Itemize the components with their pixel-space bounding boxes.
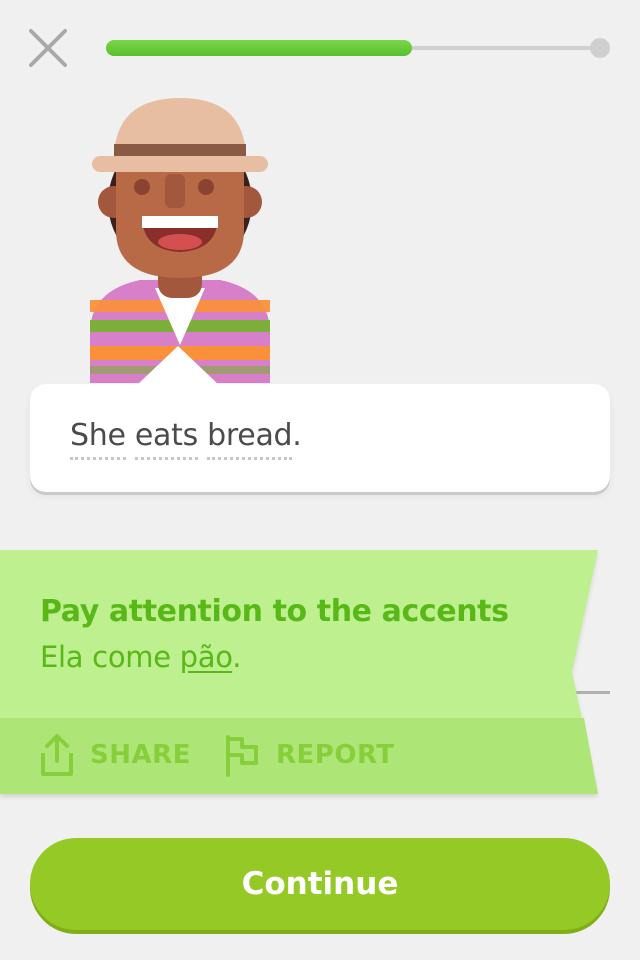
- report-label: REPORT: [276, 740, 395, 770]
- close-icon: [29, 29, 67, 67]
- highlighted-word: pão: [179, 640, 233, 674]
- progress-end-marker: [590, 38, 610, 58]
- continue-label: Continue: [241, 866, 399, 902]
- speech-bubble: She eats bread.: [30, 384, 610, 492]
- share-icon: [41, 734, 73, 776]
- correct-answer: Ela come pão.: [40, 640, 241, 674]
- feedback-title: Pay attention to the accents: [40, 594, 509, 629]
- prompt-punctuation: .: [292, 418, 302, 453]
- progress-fill: [106, 40, 412, 56]
- bubble-tail: [136, 346, 220, 386]
- correct-answer-punctuation: .: [232, 640, 242, 674]
- report-button[interactable]: REPORT: [224, 732, 395, 778]
- prompt-word[interactable]: She: [70, 418, 126, 460]
- prompt-word[interactable]: bread: [207, 418, 293, 460]
- share-label: SHARE: [90, 740, 191, 770]
- prompt-sentence: She eats bread.: [70, 418, 302, 460]
- continue-button[interactable]: Continue: [30, 838, 610, 930]
- flag-icon: [226, 735, 258, 777]
- share-button[interactable]: SHARE: [40, 732, 191, 778]
- correct-answer-text: Ela come: [40, 640, 180, 674]
- close-button[interactable]: [26, 26, 70, 70]
- prompt-word[interactable]: eats: [134, 418, 198, 460]
- character-illustration: [90, 98, 270, 383]
